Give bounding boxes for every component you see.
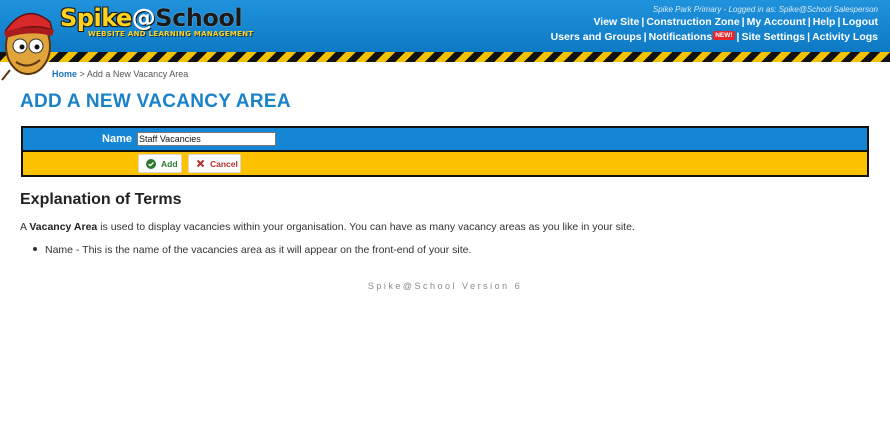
nav-activity-logs[interactable]: Activity Logs: [812, 31, 878, 43]
explanation-intro: A Vacancy Area is used to display vacanc…: [20, 221, 635, 233]
nav-help[interactable]: Help: [813, 16, 836, 28]
new-badge: NEW!: [713, 31, 735, 40]
explanation-intro-rest: is used to display vacancies within your…: [100, 221, 635, 233]
vacancy-area-form: Name Staff Vacancies Add Cancel: [21, 126, 869, 177]
add-button[interactable]: Add: [138, 154, 182, 173]
check-circle-icon: [146, 158, 156, 169]
add-button-label: Add: [161, 158, 178, 169]
list-item: Name - This is the name of the vacancies…: [33, 244, 471, 256]
site-header: Spike@School WEBSITE AND LEARNING MANAGE…: [0, 0, 890, 62]
explanation-list: Name - This is the name of the vacancies…: [33, 244, 471, 256]
cancel-button-label: Cancel: [210, 158, 238, 169]
hazard-stripe: [0, 52, 890, 62]
logo[interactable]: Spike@School WEBSITE AND LEARNING MANAGE…: [60, 4, 253, 38]
breadcrumb: Home > Add a New Vacancy Area: [52, 69, 188, 79]
name-input[interactable]: Staff Vacancies: [137, 132, 276, 146]
name-label: Name: [102, 133, 132, 145]
nav-row-secondary: Users and Groups | Notifications NEW! | Site …: [551, 30, 878, 45]
nav-separator: |: [736, 31, 740, 43]
account-nav: Spike Park Primary - Logged in as: Spike…: [551, 5, 878, 45]
nav-separator: |: [643, 31, 647, 43]
nav-site-settings[interactable]: Site Settings: [742, 31, 806, 43]
explanation-intro-prefix: A: [20, 221, 27, 233]
nav-view-site[interactable]: View Site: [593, 16, 639, 28]
nav-row-primary: View Site | Construction Zone | My Account | H…: [551, 15, 878, 30]
explanation-title: Explanation of Terms: [20, 191, 182, 208]
breadcrumb-current: Add a New Vacancy Area: [86, 69, 189, 79]
logo-spike-text: Spike: [60, 4, 132, 32]
form-row-name: Name Staff Vacancies: [23, 128, 867, 152]
cancel-button[interactable]: Cancel: [188, 154, 241, 173]
page-title: ADD A NEW VACANCY AREA: [20, 91, 291, 112]
nav-construction-zone[interactable]: Construction Zone: [646, 16, 739, 28]
form-row-actions: Add Cancel: [23, 152, 867, 175]
list-item-text: Name - This is the name of the vacancies…: [45, 244, 472, 256]
logged-in-text: Spike Park Primary - Logged in as: Spike…: [652, 5, 878, 14]
mascot-icon: [1, 13, 54, 81]
bullet-icon: [33, 247, 37, 251]
logo-school-text: School: [155, 4, 243, 32]
nav-users-groups[interactable]: Users and Groups: [551, 31, 642, 43]
nav-separator: |: [641, 16, 645, 28]
nav-separator: |: [807, 31, 811, 43]
nav-separator: |: [741, 16, 745, 28]
explanation-intro-term: Vacancy Area: [29, 221, 98, 233]
nav-my-account[interactable]: My Account: [747, 16, 806, 28]
logo-at-text: @: [131, 4, 156, 32]
nav-notifications[interactable]: Notifications: [649, 31, 713, 43]
breadcrumb-separator: >: [79, 69, 85, 79]
cross-icon: [196, 159, 205, 169]
nav-logout[interactable]: Logout: [842, 16, 878, 28]
version-text: Spike@School Version 6: [367, 281, 523, 291]
logo-subtitle: WEBSITE AND LEARNING MANAGEMENT: [88, 30, 254, 38]
nav-separator: |: [837, 16, 841, 28]
nav-separator: |: [807, 16, 811, 28]
